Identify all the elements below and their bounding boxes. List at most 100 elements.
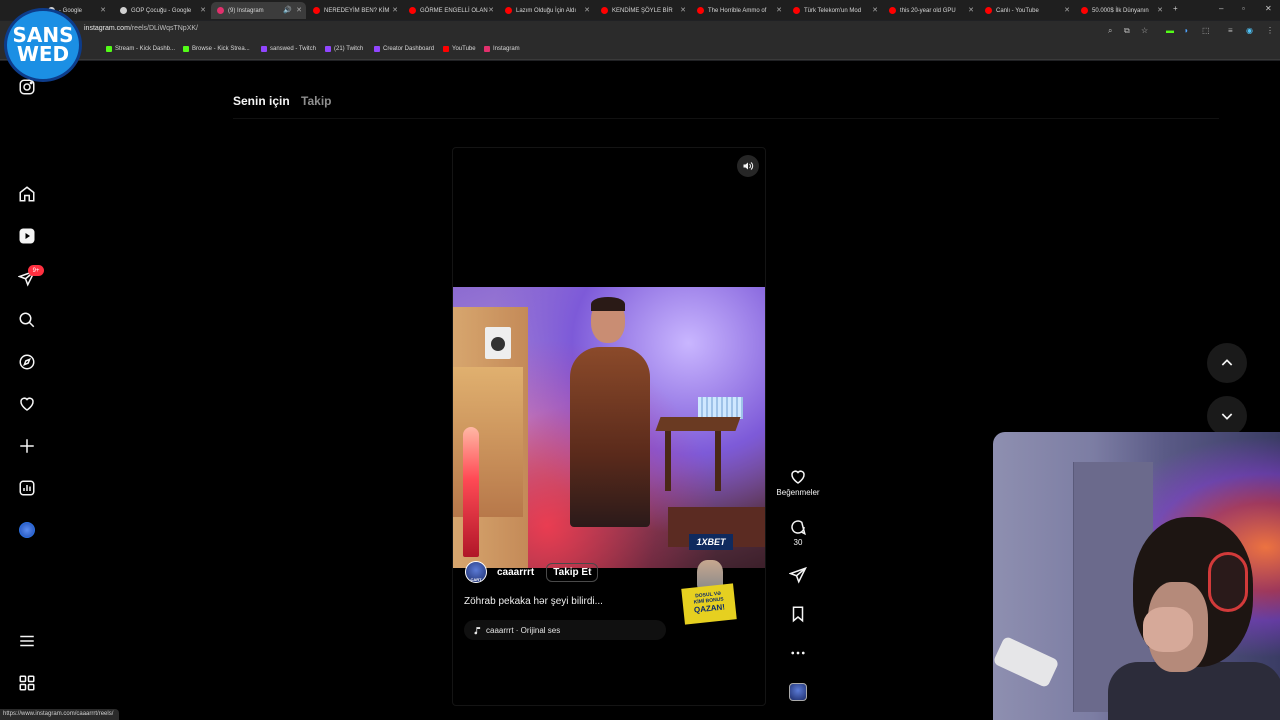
stream-logo: SANS WED (4, 8, 82, 82)
browser-tab[interactable]: KENDİME ŞÖYLE BİR ✕ (595, 2, 690, 19)
home-icon[interactable] (17, 184, 37, 204)
reel-video[interactable]: 1XBET (453, 287, 765, 568)
heart-icon (791, 470, 805, 484)
maximize-icon[interactable]: ▫ (1242, 4, 1245, 13)
previous-reel-button[interactable] (1207, 343, 1247, 383)
reel-player[interactable]: 1XBET CART caaarrrt Takip Et Zöhrab peka… (452, 147, 766, 706)
bookmark-favicon (443, 46, 449, 52)
bookmark-item[interactable]: sanswed - Twitch (261, 46, 316, 52)
browser-tab[interactable]: GOP Çocuğu - Google ✕ (114, 2, 210, 19)
close-tab-icon[interactable]: ✕ (584, 6, 590, 14)
browser-tab[interactable]: 50.000$ İlk Dünyanın ✕ (1075, 2, 1167, 19)
profile-icon[interactable]: ◉ (1246, 26, 1253, 35)
dashboard-icon[interactable] (17, 478, 37, 498)
close-tab-icon[interactable]: ✕ (488, 6, 494, 14)
video-scene-radiator (698, 397, 743, 419)
next-reel-button[interactable] (1207, 396, 1247, 436)
save-button[interactable] (770, 605, 826, 623)
bookmark-item[interactable]: Instagram (484, 46, 520, 52)
bookmark-item[interactable]: YouTube (443, 46, 476, 52)
webcam-person-hand (1143, 607, 1193, 652)
follow-button[interactable]: Takip Et (546, 562, 599, 582)
sound-toggle-button[interactable] (737, 155, 759, 177)
browser-tab[interactable]: Canlı - YouTube ✕ (979, 2, 1074, 19)
extension-icon[interactable]: ◗ (1184, 26, 1189, 35)
create-plus-icon[interactable] (17, 436, 37, 456)
close-tab-icon[interactable]: ✕ (392, 6, 398, 14)
bookmark-item[interactable]: (21) Twitch (325, 46, 363, 52)
author-avatar[interactable]: CART (465, 561, 487, 583)
comment-icon (791, 520, 806, 536)
bookmark-item[interactable]: Stream - Kick Dashb... (106, 46, 175, 52)
notification-badge: 9+ (28, 265, 44, 276)
tab-bar: - Google ✕ GOP Çocuğu - Google ✕ (9) Insta… (0, 0, 1280, 20)
reel-caption[interactable]: Zöhrab pekaka hər şeyi bilirdi... (464, 596, 603, 607)
profile-avatar[interactable] (17, 520, 37, 540)
reel-audio[interactable]: caaarrrt · Orijinal ses (464, 620, 666, 640)
bookmark-favicon (106, 46, 112, 52)
zoom-icon[interactable]: ⌕ (1108, 26, 1112, 36)
ad-box: DOSUL VƏ KİMİ BONUS QAZAN! (681, 583, 737, 625)
bookmark-item[interactable]: Creator Dashboard (374, 46, 434, 52)
browser-menu-icon[interactable]: ⋮ (1266, 26, 1274, 35)
close-tab-icon[interactable]: ✕ (1157, 6, 1163, 14)
url-text[interactable]: instagram.com/reels/DLiWqsTNpXK/ (84, 25, 198, 32)
tab-for-you[interactable]: Senin için (233, 94, 290, 108)
more-options-button[interactable] (770, 644, 826, 662)
author-username[interactable]: caaarrrt (497, 567, 534, 578)
bookmark-favicon (261, 46, 267, 52)
address-bar[interactable]: instagram.com/reels/DLiWqsTNpXK/ ⌕ ⧉ ☆ ▬… (0, 21, 1280, 42)
comment-button[interactable]: 30 (770, 518, 826, 547)
browser-tab[interactable]: Lazım Olduğu İçin Aldı ✕ (499, 2, 594, 19)
close-window-icon[interactable]: ✕ (1265, 4, 1272, 13)
audio-avatar-button[interactable] (770, 683, 826, 701)
notifications-heart-icon[interactable] (17, 394, 37, 414)
close-tab-icon[interactable]: ✕ (776, 6, 782, 14)
bookmark-star-icon[interactable]: ☆ (1141, 26, 1148, 35)
install-app-icon[interactable]: ⧉ (1124, 26, 1130, 36)
tab-favicon (889, 7, 896, 14)
instagram-sidebar (0, 61, 56, 720)
close-tab-icon[interactable]: ✕ (200, 6, 206, 14)
bookmark-favicon (484, 46, 490, 52)
tab-favicon (409, 7, 416, 14)
browser-tab-active[interactable]: (9) Instagram 🔊 ✕ (211, 2, 306, 19)
browser-tab[interactable]: GÖRME ENGELLİ OLAN ✕ (403, 2, 498, 19)
video-scene-table (655, 417, 741, 431)
close-tab-icon[interactable]: ✕ (100, 6, 106, 14)
close-tab-icon[interactable]: ✕ (1064, 6, 1070, 14)
minimize-icon[interactable]: – (1219, 4, 1223, 13)
close-tab-icon[interactable]: 🔊 (283, 6, 292, 14)
bookmarks-bar: Stream - Kick Dashb... Browse - Kick Str… (0, 42, 1280, 60)
close-tab-icon[interactable]: ✕ (680, 6, 686, 14)
browser-tab[interactable]: NEREDEYİM BEN? KİM ✕ (307, 2, 402, 19)
browser-tab[interactable]: Türk Telekom'un Mod ✕ (787, 2, 882, 19)
share-button[interactable] (770, 566, 826, 584)
close-tab-icon[interactable]: ✕ (968, 6, 974, 14)
explore-icon[interactable] (17, 352, 37, 372)
sidebar-toggle-icon[interactable]: ≡ (1228, 26, 1233, 35)
video-scene-table-leg (665, 431, 671, 491)
browser-tab[interactable]: this 20-year old GPU ✕ (883, 2, 978, 19)
like-label: Beğenmeler (776, 488, 820, 497)
bookmark-item[interactable]: Browse - Kick Strea... (183, 46, 250, 52)
extension-icon[interactable]: ▬ (1166, 26, 1174, 35)
search-icon[interactable] (17, 310, 37, 330)
tab-following[interactable]: Takip (301, 94, 331, 108)
new-tab-icon[interactable]: + (1173, 4, 1178, 13)
video-person-hair (591, 297, 625, 311)
webcam-microphone (993, 635, 1060, 689)
close-tab-icon[interactable]: ✕ (296, 6, 302, 14)
ad-banner: DOSUL VƏ KİMİ BONUS QAZAN! (681, 560, 739, 630)
more-menu-icon[interactable] (17, 631, 37, 651)
extensions-puzzle-icon[interactable]: ⬚ (1202, 26, 1210, 35)
close-tab-icon[interactable]: ✕ (872, 6, 878, 14)
browser-tab[interactable]: The Horrible Ammo of ✕ (691, 2, 786, 19)
send-icon (789, 566, 807, 584)
chevron-up-icon (1221, 359, 1233, 366)
like-button[interactable]: Beğenmeler (770, 468, 826, 497)
reels-icon[interactable] (17, 226, 37, 246)
sponsor-logo: 1XBET (689, 534, 733, 550)
also-from-meta-icon[interactable] (17, 673, 37, 693)
divider (233, 118, 1219, 119)
